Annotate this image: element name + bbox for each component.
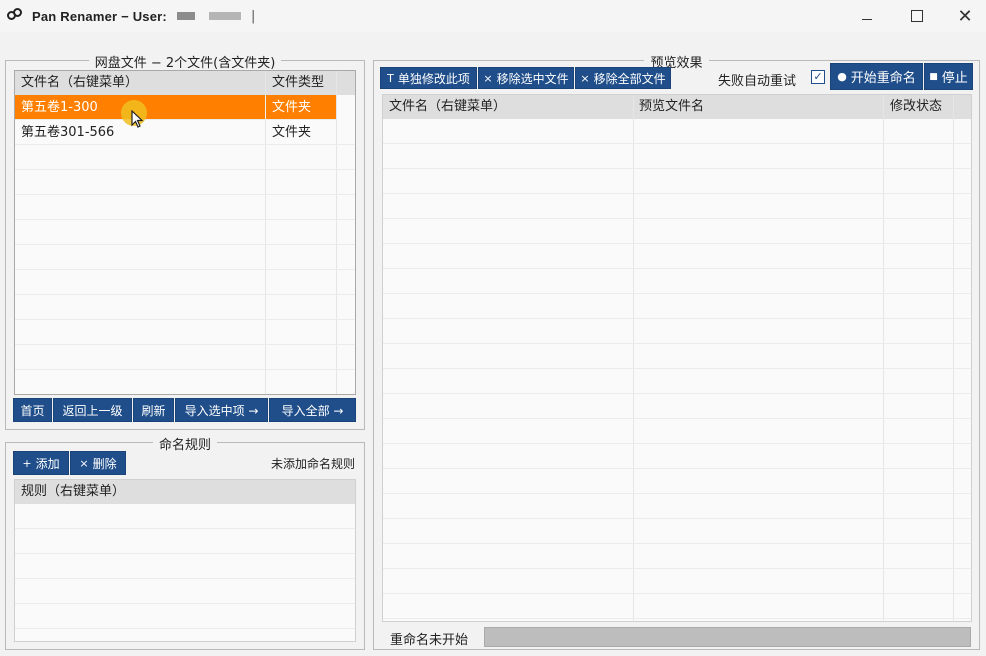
delete-rule-label: 删除	[92, 456, 117, 471]
redacted-username	[176, 12, 195, 20]
auto-retry-label: 失败自动重试	[718, 74, 797, 89]
column-header-status[interactable]: 修改状态	[884, 95, 942, 119]
column-header-rule[interactable]: 规则（右键菜单）	[15, 480, 125, 504]
column-header-filename[interactable]: 文件名（右键菜单）	[15, 71, 138, 95]
table-header: 文件名（右键菜单） 文件类型	[15, 71, 355, 95]
edit-single-button[interactable]: T 单独修改此项	[380, 67, 477, 89]
file-type-cell: 文件夹	[272, 100, 312, 115]
remove-selected-button[interactable]: × 移除选中文件	[478, 67, 574, 89]
import-all-button[interactable]: 导入全部 →	[269, 398, 356, 422]
remove-icon: ×	[580, 71, 590, 85]
table-row[interactable]: 第五卷1-300 文件夹	[15, 95, 336, 120]
rules-table-header: 规则（右键菜单）	[15, 480, 355, 504]
title-bar: Pan Renamer − User: | ✕	[0, 0, 986, 32]
file-type-cell: 文件夹	[272, 125, 312, 140]
add-rule-label: 添加	[35, 456, 60, 471]
remove-all-label: 移除全部文件	[593, 71, 666, 86]
app-logo-icon	[7, 8, 23, 24]
naming-rules-legend: 命名规则	[152, 438, 217, 453]
remove-icon: ×	[483, 71, 493, 85]
cloud-files-table[interactable]: 文件名（右键菜单） 文件类型 第五卷1-300 文件夹 第五卷301-566 文…	[14, 70, 356, 395]
title-caret: |	[250, 8, 256, 24]
close-button[interactable]: ✕	[942, 0, 986, 32]
stop-label: 停止	[941, 71, 968, 86]
mouse-pointer-icon	[131, 110, 144, 128]
preview-table[interactable]: 文件名（右键菜单） 预览文件名 修改状态	[382, 94, 972, 622]
file-name-cell: 第五卷301-566	[21, 125, 115, 140]
column-header-preview-name[interactable]: 预览文件名	[633, 95, 704, 119]
maximize-button[interactable]	[894, 0, 940, 32]
start-rename-button[interactable]: ● 开始重命名	[830, 63, 923, 90]
auto-retry-checkbox[interactable]: ✓	[811, 70, 825, 84]
plus-icon: +	[22, 456, 32, 470]
stop-icon: ■	[929, 71, 938, 82]
rename-progress-bar	[484, 627, 971, 647]
rename-status-text: 重命名未开始	[390, 633, 469, 648]
remove-all-button[interactable]: × 移除全部文件	[575, 67, 671, 89]
cloud-files-legend: 网盘文件 − 2个文件(含文件夹)	[88, 56, 282, 71]
rules-status-text: 未添加命名规则	[271, 457, 356, 471]
edit-single-label: 单独修改此项	[397, 71, 470, 86]
go-up-button[interactable]: 返回上一级	[53, 398, 132, 422]
column-header-filename[interactable]: 文件名（右键菜单）	[383, 95, 506, 119]
start-rename-label: 开始重命名	[850, 71, 916, 86]
table-row[interactable]: 第五卷301-566 文件夹	[15, 120, 355, 145]
text-edit-icon: T	[387, 71, 394, 85]
delete-icon: ×	[79, 456, 89, 470]
redacted-username	[208, 12, 241, 20]
add-rule-button[interactable]: + 添加	[13, 451, 69, 475]
refresh-button[interactable]: 刷新	[133, 398, 174, 422]
home-button[interactable]: 首页	[13, 398, 52, 422]
stop-button[interactable]: ■ 停止	[924, 63, 973, 90]
minimize-button[interactable]	[844, 0, 890, 32]
file-name-cell: 第五卷1-300	[21, 100, 98, 115]
rules-table[interactable]: 规则（右键菜单）	[14, 479, 356, 642]
delete-rule-button[interactable]: × 删除	[70, 451, 126, 475]
window-title: Pan Renamer − User:	[32, 8, 167, 24]
remove-selected-label: 移除选中文件	[496, 71, 569, 86]
import-selected-button[interactable]: 导入选中项 →	[175, 398, 268, 422]
column-header-filetype[interactable]: 文件类型	[266, 71, 324, 95]
start-icon: ●	[837, 70, 847, 83]
